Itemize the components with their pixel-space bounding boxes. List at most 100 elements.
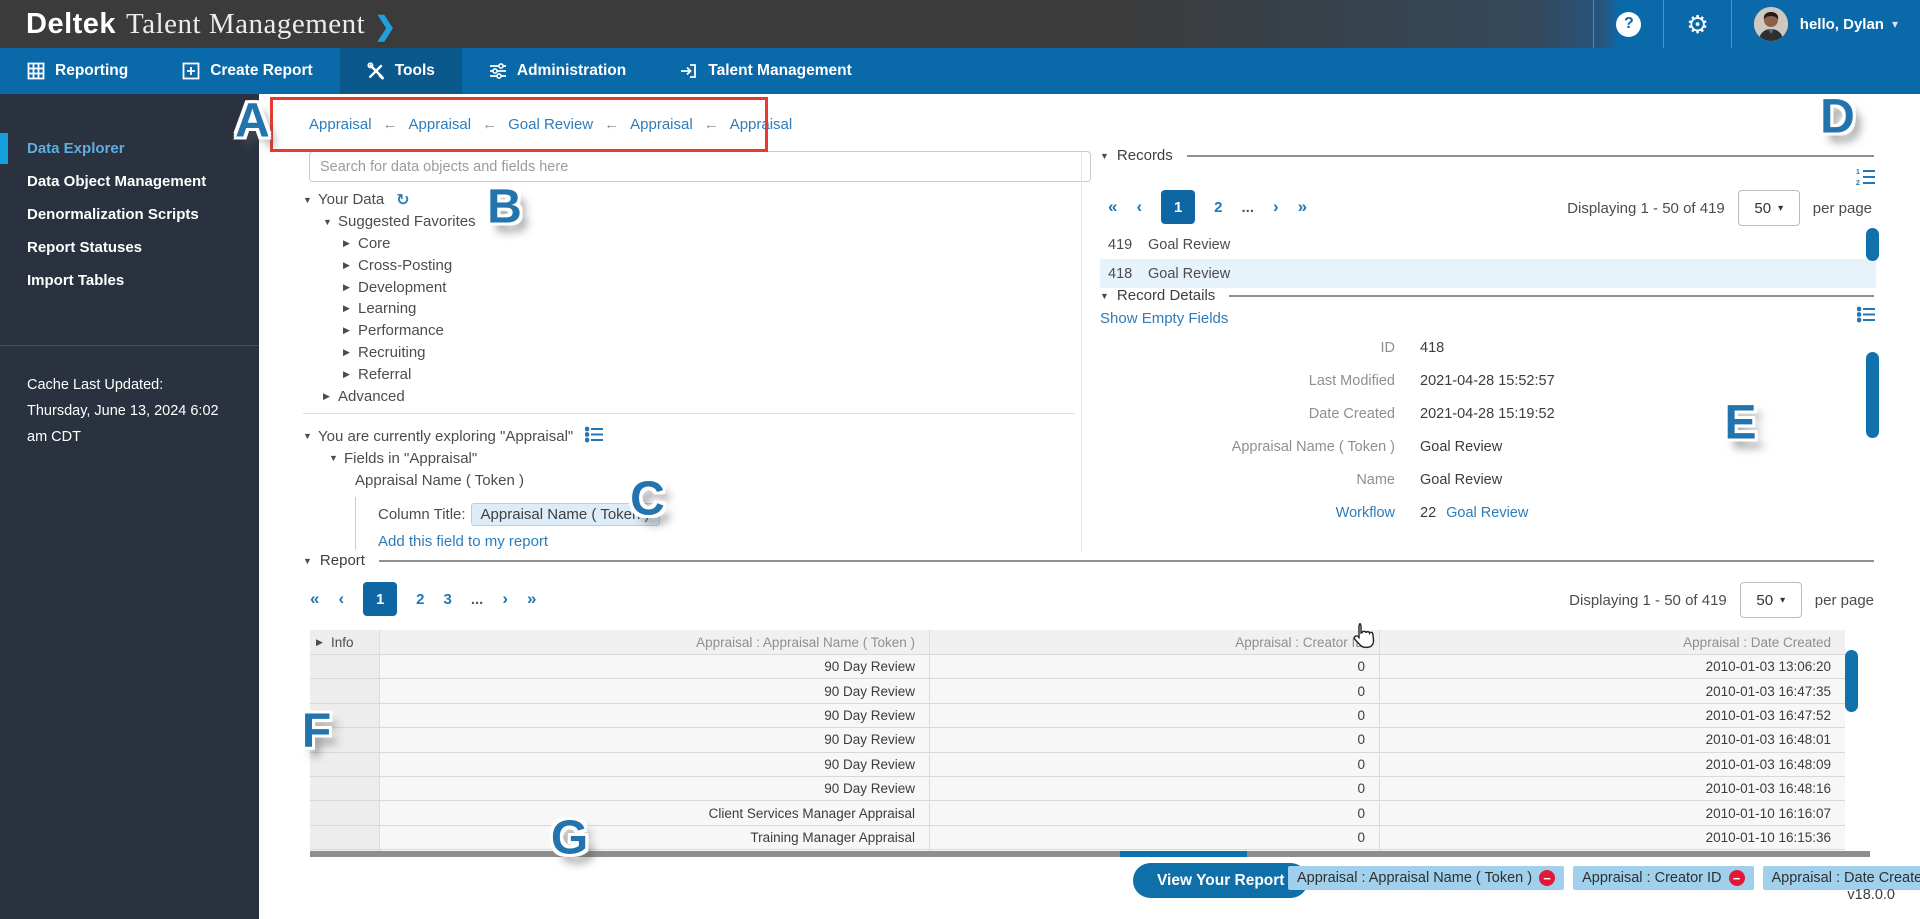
horizontal-scrollbar-thumb[interactable] — [1120, 851, 1247, 857]
tree-item-referral[interactable]: ▶Referral — [303, 363, 476, 385]
cache-label: Cache Last Updated: — [27, 372, 239, 398]
search-input[interactable] — [309, 151, 1091, 182]
profile-menu[interactable]: hello, Dylan ▾ — [1731, 0, 1920, 48]
report-field-chip[interactable]: Appraisal : Creator ID− — [1573, 866, 1753, 890]
remove-chip-icon[interactable]: − — [1729, 870, 1745, 886]
tree-item-recruiting[interactable]: ▶Recruiting — [303, 342, 476, 364]
per-page-select[interactable]: 50 ▾ — [1740, 582, 1802, 618]
breadcrumb-item[interactable]: Appraisal — [730, 116, 793, 133]
breadcrumb-item[interactable]: Appraisal — [630, 116, 693, 133]
plus-square-icon — [182, 62, 200, 80]
tree-item-learning[interactable]: ▶Learning — [303, 298, 476, 320]
table-row[interactable]: 90 Day Review02010-01-03 16:48:16 — [310, 777, 1845, 801]
table-cell: 0 — [930, 777, 1380, 800]
records-page-2[interactable]: 2 — [1214, 199, 1222, 216]
tree-item-advanced[interactable]: ▶Advanced — [303, 385, 476, 407]
table-row[interactable]: 90 Day Review02010-01-03 16:48:09 — [310, 753, 1845, 777]
report-first-page[interactable]: « — [310, 589, 319, 609]
add-field-link[interactable]: Add this field to my report — [378, 533, 548, 550]
record-detail-text: 22 — [1420, 505, 1436, 521]
report-next-page[interactable]: › — [502, 589, 508, 609]
collapse-caret-icon[interactable]: ▼ — [303, 556, 312, 566]
table-row[interactable]: 90 Day Review02010-01-03 13:06:20 — [310, 655, 1845, 679]
table-row[interactable]: Client Services Manager Appraisal02010-0… — [310, 801, 1845, 825]
table-header-col[interactable]: Appraisal : Date Created — [1380, 630, 1845, 654]
nav-tab-reporting[interactable]: Reporting — [0, 48, 155, 94]
collapse-caret-icon[interactable]: ▼ — [1100, 291, 1109, 301]
breadcrumb-item[interactable]: Appraisal — [309, 116, 372, 133]
report-section-header: ▼ Report — [303, 552, 1874, 569]
table-header-info[interactable]: ▶Info — [310, 630, 380, 654]
numbered-list-icon[interactable]: 12 — [1856, 168, 1876, 191]
record-list-item[interactable]: 418Goal Review — [1100, 259, 1876, 288]
table-header-col[interactable]: Appraisal : Creator ID — [930, 630, 1380, 654]
table-row[interactable]: 90 Day Review02010-01-03 16:48:01 — [310, 728, 1845, 752]
nav-tab-create-report[interactable]: Create Report — [155, 48, 340, 94]
records-last-page[interactable]: » — [1298, 197, 1307, 217]
exploring-header[interactable]: ▼ You are currently exploring "Appraisal… — [303, 425, 660, 447]
view-report-button[interactable]: View Your Report — [1133, 863, 1308, 898]
tree-item-core[interactable]: ▶Core — [303, 233, 476, 255]
list-icon[interactable] — [585, 426, 604, 447]
report-page-1[interactable]: 1 — [363, 582, 397, 616]
table-cell-info — [310, 753, 380, 776]
sidebar-item-report-statuses[interactable]: Report Statuses — [0, 231, 259, 264]
records-first-page[interactable]: « — [1108, 197, 1117, 217]
record-detail-label: ID — [1100, 340, 1395, 356]
record-detail-label[interactable]: Workflow — [1100, 505, 1395, 521]
report-field-chip[interactable]: Appraisal : Appraisal Name ( Token )− — [1288, 866, 1564, 890]
sidebar-item-import-tables[interactable]: Import Tables — [0, 264, 259, 297]
table-scrollbar-thumb[interactable] — [1845, 650, 1858, 712]
records-page-1[interactable]: 1 — [1161, 190, 1195, 224]
app-logo: Deltek Talent Management ❯ — [0, 8, 396, 41]
table-row[interactable]: 90 Day Review02010-01-03 16:47:52 — [310, 704, 1845, 728]
nav-tab-tools[interactable]: Tools — [340, 48, 462, 94]
record-detail-link[interactable]: Goal Review — [1446, 505, 1528, 521]
nav-tab-talent-management[interactable]: Talent Management — [653, 48, 879, 94]
record-name: Goal Review — [1148, 266, 1230, 282]
field-item[interactable]: Appraisal Name ( Token ) — [303, 469, 660, 491]
help-icon[interactable]: ? — [1616, 12, 1641, 37]
sidebar-item-data-explorer[interactable]: Data Explorer — [0, 132, 259, 165]
list-icon[interactable] — [1857, 306, 1876, 328]
breadcrumb-item[interactable]: Goal Review — [508, 116, 593, 133]
nav-tab-administration[interactable]: Administration — [462, 48, 653, 94]
tree-item-cross-posting[interactable]: ▶Cross-Posting — [303, 254, 476, 276]
sidebar-item-denormalization-scripts[interactable]: Denormalization Scripts — [0, 198, 259, 231]
tree-item-performance[interactable]: ▶Performance — [303, 320, 476, 342]
tree-item-suggested-favorites[interactable]: ▼Suggested Favorites — [303, 211, 476, 233]
sidebar: Data ExplorerData Object ManagementDenor… — [0, 94, 259, 919]
breadcrumb-item[interactable]: Appraisal — [409, 116, 472, 133]
tree-item-your-data[interactable]: ▼Your Data↻ — [303, 189, 476, 211]
tree-item-development[interactable]: ▶Development — [303, 276, 476, 298]
refresh-icon[interactable]: ↻ — [396, 190, 409, 209]
remove-chip-icon[interactable]: − — [1539, 870, 1555, 886]
main-navbar: Reporting Create Report Tools Administra… — [0, 48, 1920, 94]
record-list-item[interactable]: 419Goal Review — [1100, 230, 1876, 259]
table-cell-info — [310, 826, 380, 849]
report-field-chip[interactable]: Appraisal : Date Created− — [1763, 866, 1920, 890]
report-last-page[interactable]: » — [527, 589, 536, 609]
table-row[interactable]: Training Manager Appraisal02010-01-10 16… — [310, 826, 1845, 850]
report-page-3[interactable]: 3 — [443, 591, 451, 608]
table-row[interactable]: 90 Day Review02010-01-03 16:47:35 — [310, 679, 1845, 703]
report-page-2[interactable]: 2 — [416, 591, 424, 608]
table-header-col[interactable]: Appraisal : Appraisal Name ( Token ) — [380, 630, 930, 654]
table-header-label: Info — [331, 635, 354, 650]
brand-chevron-icon: ❯ — [374, 11, 396, 42]
details-scrollbar-thumb[interactable] — [1866, 352, 1879, 438]
fields-group[interactable]: ▼Fields in "Appraisal" — [303, 447, 660, 469]
per-page-select[interactable]: 50 ▾ — [1738, 190, 1800, 226]
chevron-down-icon: ▾ — [1780, 595, 1785, 606]
record-detail-value: 2021-04-28 15:19:52 — [1420, 406, 1555, 422]
collapse-caret-icon[interactable]: ▼ — [1100, 151, 1109, 161]
column-title-input[interactable]: Appraisal Name ( Token ) — [471, 503, 660, 526]
sidebar-item-data-object-management[interactable]: Data Object Management — [0, 165, 259, 198]
show-empty-fields-link[interactable]: Show Empty Fields — [1100, 310, 1228, 327]
report-prev-page[interactable]: ‹ — [338, 589, 344, 609]
records-scrollbar-thumb[interactable] — [1866, 228, 1879, 261]
records-prev-page[interactable]: ‹ — [1136, 197, 1142, 217]
gear-icon[interactable]: ⚙ — [1686, 12, 1708, 37]
horizontal-scrollbar[interactable] — [310, 851, 1870, 857]
records-next-page[interactable]: › — [1273, 197, 1279, 217]
